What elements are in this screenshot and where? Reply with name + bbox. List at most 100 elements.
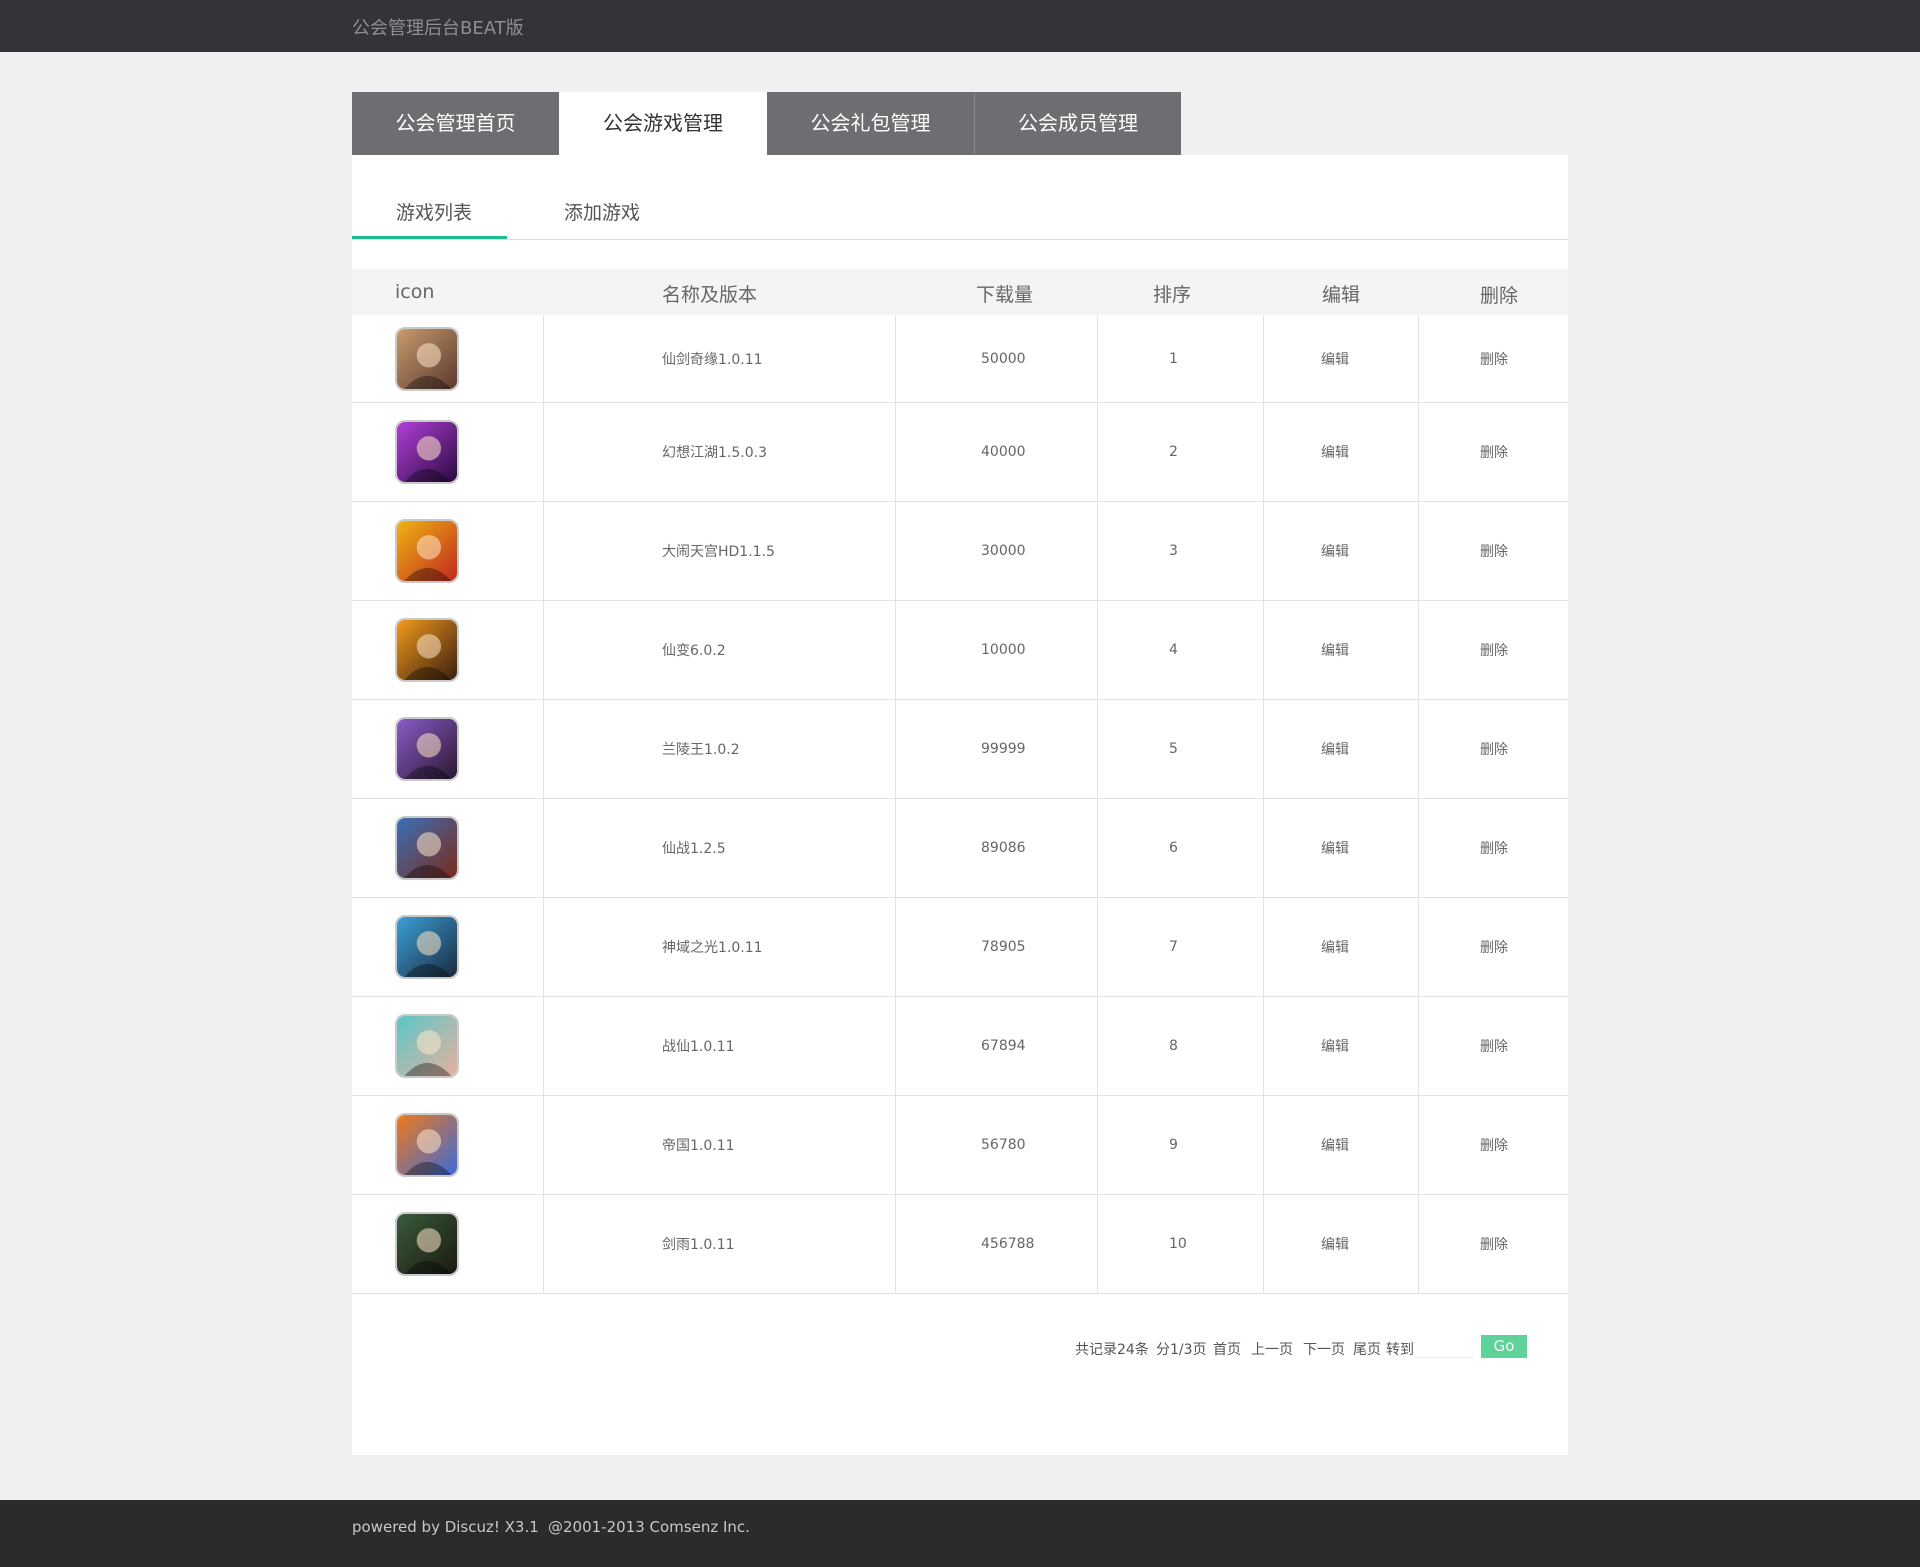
column-divider xyxy=(1263,601,1264,699)
column-divider xyxy=(1097,1096,1098,1194)
download-count: 10000 xyxy=(981,642,1026,658)
column-divider xyxy=(1418,601,1419,699)
table-row: 帝国1.0.11 56780 9 编辑 删除 xyxy=(352,1096,1568,1195)
column-divider xyxy=(543,315,544,402)
edit-link[interactable]: 编辑 xyxy=(1321,739,1349,759)
delete-link[interactable]: 删除 xyxy=(1480,1036,1508,1056)
delete-link[interactable]: 删除 xyxy=(1480,442,1508,462)
column-divider xyxy=(895,1096,896,1194)
game-icon-diguo xyxy=(395,1113,459,1177)
game-name-version: 仙变6.0.2 xyxy=(662,643,726,659)
tab-guild-home[interactable]: 公会管理首页 xyxy=(352,92,559,155)
col-icon: icon xyxy=(395,281,435,303)
pager-prev[interactable]: 上一页 xyxy=(1251,1339,1293,1359)
delete-link[interactable]: 删除 xyxy=(1480,937,1508,957)
sort-order: 10 xyxy=(1169,1236,1187,1252)
table-row: 兰陵王1.0.2 99999 5 编辑 删除 xyxy=(352,700,1568,799)
subtab-add-game[interactable]: 添加游戏 xyxy=(564,198,640,225)
edit-link[interactable]: 编辑 xyxy=(1321,838,1349,858)
column-divider xyxy=(1418,1096,1419,1194)
edit-link[interactable]: 编辑 xyxy=(1321,541,1349,561)
column-divider xyxy=(895,403,896,501)
pager-next[interactable]: 下一页 xyxy=(1303,1339,1345,1359)
game-icon-xianbian xyxy=(395,618,459,682)
column-divider xyxy=(1097,799,1098,897)
sort-order: 9 xyxy=(1169,1137,1178,1153)
download-count: 78905 xyxy=(981,939,1026,955)
column-divider xyxy=(1263,403,1264,501)
edit-link[interactable]: 编辑 xyxy=(1321,1135,1349,1155)
tab-guild-gifts[interactable]: 公会礼包管理 xyxy=(767,92,974,155)
table-row: 仙变6.0.2 10000 4 编辑 删除 xyxy=(352,601,1568,700)
delete-link[interactable]: 删除 xyxy=(1480,640,1508,660)
column-divider xyxy=(895,799,896,897)
active-tab-indicator xyxy=(352,236,507,239)
column-divider xyxy=(1263,1096,1264,1194)
footer-powered-by: powered by Discuz! X3.1 xyxy=(352,1518,539,1536)
column-divider xyxy=(1097,700,1098,798)
column-divider xyxy=(543,799,544,897)
edit-link[interactable]: 编辑 xyxy=(1321,937,1349,957)
delete-link[interactable]: 删除 xyxy=(1480,1135,1508,1155)
table-row: 大闹天宫HD1.1.5 30000 3 编辑 删除 xyxy=(352,502,1568,601)
column-divider xyxy=(895,315,896,402)
sort-order: 6 xyxy=(1169,840,1178,856)
game-name-version: 兰陵王1.0.2 xyxy=(662,742,740,758)
delete-link[interactable]: 删除 xyxy=(1480,838,1508,858)
content-panel: 游戏列表 添加游戏 icon 名称及版本 下载量 排序 编辑 删除 仙剑奇缘1.… xyxy=(352,155,1568,1455)
go-button[interactable]: Go xyxy=(1481,1335,1527,1358)
col-delete: 删除 xyxy=(1480,285,1519,307)
tab-guild-games[interactable]: 公会游戏管理 xyxy=(559,92,767,155)
game-icon-jianyu xyxy=(395,1212,459,1276)
sub-tabs: 游戏列表 添加游戏 xyxy=(352,155,1568,240)
col-name-version: 名称及版本 xyxy=(662,284,758,306)
column-divider xyxy=(1097,997,1098,1095)
game-name-version: 神域之光1.0.11 xyxy=(662,940,763,956)
game-name-version: 战仙1.0.11 xyxy=(662,1039,735,1055)
delete-link[interactable]: 删除 xyxy=(1480,739,1508,759)
game-icon-xianjianqiyuan xyxy=(395,326,459,391)
column-divider xyxy=(1263,997,1264,1095)
edit-link[interactable]: 编辑 xyxy=(1321,349,1349,369)
subtab-game-list[interactable]: 游戏列表 xyxy=(396,198,472,225)
column-divider xyxy=(1097,502,1098,600)
column-divider xyxy=(1418,315,1419,402)
sort-order: 3 xyxy=(1169,543,1178,559)
game-icon-huanxiangjianghu xyxy=(395,420,459,484)
column-divider xyxy=(543,898,544,996)
pager-pages: 分1/3页 xyxy=(1156,1342,1207,1358)
column-divider xyxy=(1263,502,1264,600)
sort-order: 8 xyxy=(1169,1038,1178,1054)
pager-first[interactable]: 首页 xyxy=(1213,1339,1241,1359)
edit-link[interactable]: 编辑 xyxy=(1321,1234,1349,1254)
game-icon-xianzhan xyxy=(395,816,459,880)
pager-page-input[interactable] xyxy=(1414,1335,1474,1358)
edit-link[interactable]: 编辑 xyxy=(1321,442,1349,462)
edit-link[interactable]: 编辑 xyxy=(1321,1036,1349,1056)
game-icon-danaotiangong xyxy=(395,519,459,583)
column-divider xyxy=(1263,1195,1264,1293)
column-divider xyxy=(1097,403,1098,501)
delete-link[interactable]: 删除 xyxy=(1480,349,1508,369)
download-count: 40000 xyxy=(981,444,1026,460)
tab-guild-members[interactable]: 公会成员管理 xyxy=(974,92,1181,155)
column-divider xyxy=(895,700,896,798)
game-name-version: 剑雨1.0.11 xyxy=(662,1237,735,1253)
game-icon-shenyuzhiguang xyxy=(395,915,459,979)
table-row: 神域之光1.0.11 78905 7 编辑 删除 xyxy=(352,898,1568,997)
delete-link[interactable]: 删除 xyxy=(1480,541,1508,561)
game-table-body: 仙剑奇缘1.0.11 50000 1 编辑 删除 幻想江湖1.5.0.3 40000 2 编辑删… xyxy=(352,315,1568,1294)
game-name-version: 仙剑奇缘1.0.11 xyxy=(662,351,763,368)
sort-order: 2 xyxy=(1169,444,1178,460)
delete-link[interactable]: 删除 xyxy=(1480,1234,1508,1254)
column-divider xyxy=(1097,315,1098,402)
column-divider xyxy=(895,1195,896,1293)
edit-link[interactable]: 编辑 xyxy=(1321,640,1349,660)
download-count: 56780 xyxy=(981,1137,1026,1153)
pager-last[interactable]: 尾页 xyxy=(1353,1339,1381,1359)
game-name-version: 帝国1.0.11 xyxy=(662,1138,735,1154)
column-divider xyxy=(543,1096,544,1194)
sort-order: 4 xyxy=(1169,642,1178,658)
column-divider xyxy=(1418,997,1419,1095)
download-count: 456788 xyxy=(981,1236,1035,1252)
